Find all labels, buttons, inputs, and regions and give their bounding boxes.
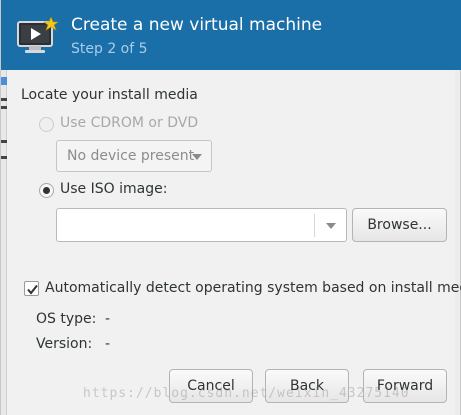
watermark: https://blog.csdn.net/weixin_43275140 (83, 386, 410, 401)
section-label: Locate your install media (21, 87, 198, 103)
device-select-value: No device present (67, 148, 195, 164)
new-vm-monitor-icon (17, 16, 59, 55)
autodetect-label: Automatically detect operating system ba… (45, 280, 461, 296)
step-indicator: Step 2 of 5 (71, 41, 148, 57)
combo-separator (314, 214, 315, 237)
version-value: - (105, 336, 111, 352)
device-select[interactable]: No device present (56, 140, 212, 172)
dialog-header: Create a new virtual machine Step 2 of 5 (1, 0, 461, 70)
dialog-window: Create a new virtual machine Step 2 of 5… (0, 0, 461, 415)
os-type-value: - (105, 311, 111, 327)
chevron-down-icon[interactable] (326, 223, 336, 229)
chevron-down-icon (192, 154, 202, 160)
cdrom-radio-label: Use CDROM or DVD (60, 115, 199, 131)
iso-path-combo[interactable] (56, 208, 347, 242)
os-type-label: OS type: (36, 311, 97, 327)
background-window-edge (1, 70, 7, 415)
autodetect-checkbox[interactable] (24, 281, 39, 296)
cdrom-radio[interactable] (39, 117, 54, 132)
iso-radio-label: Use ISO image: (60, 181, 168, 197)
version-label: Version: (36, 336, 93, 352)
dialog-title: Create a new virtual machine (71, 15, 323, 35)
checkmark-icon (27, 284, 38, 295)
dialog-body: Locate your install media Use CDROM or D… (8, 70, 461, 415)
browse-button[interactable]: Browse... (352, 208, 447, 242)
iso-radio[interactable] (39, 183, 54, 198)
